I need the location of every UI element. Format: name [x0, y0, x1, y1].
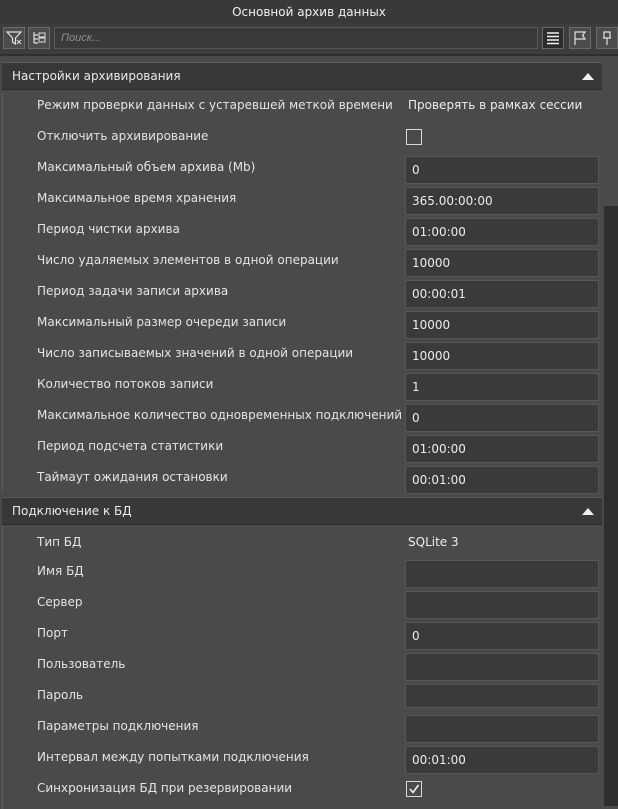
server-field[interactable]	[405, 591, 599, 619]
password-field[interactable]	[405, 684, 599, 708]
property-label: Режим проверки данных с устаревшей метко…	[37, 98, 393, 112]
property-row: Параметры подключения	[0, 713, 604, 744]
write-batch-size-field[interactable]: 10000	[405, 342, 599, 370]
flag-icon[interactable]	[569, 27, 591, 49]
property-label: Максимальный объем архива (Mb)	[37, 160, 256, 174]
property-label: Таймаут ожидания остановки	[37, 470, 228, 484]
property-label: Число записываемых значений в одной опер…	[37, 346, 354, 360]
write-threads-field[interactable]: 1	[405, 373, 599, 401]
property-label: Максимальное время хранения	[37, 191, 237, 205]
property-label: Синхронизация БД при резервировании	[37, 781, 293, 795]
max-retention-field[interactable]: 365.00:00:00	[405, 187, 599, 215]
property-row: Период задачи записи архива 00:00:01	[0, 278, 604, 309]
property-label: Отключить архивирование	[37, 129, 209, 143]
property-row: Максимальный объем архива (Mb) 0	[0, 154, 604, 185]
property-row: Максимальное время хранения 365.00:00:00	[0, 185, 604, 216]
property-row: Таймаут ожидания остановки 00:01:00	[0, 464, 604, 495]
property-row: Период подсчета статистики 01:00:00	[0, 433, 604, 464]
section-header-db-connection[interactable]: Подключение к БД	[2, 497, 602, 525]
property-label: Максимальное количество одновременных по…	[37, 408, 403, 422]
property-label: Пользователь	[37, 657, 126, 671]
property-row: Число записываемых значений в одной опер…	[0, 340, 604, 371]
property-label: Параметры подключения	[37, 719, 199, 733]
hierarchy-icon[interactable]	[28, 27, 50, 49]
section-title: Подключение к БД	[12, 504, 132, 518]
db-type-dropdown-value[interactable]: SQLite 3	[408, 535, 459, 549]
property-label: Период подсчета статистики	[37, 439, 224, 453]
disable-archiving-checkbox[interactable]	[406, 129, 422, 145]
property-row: Сервер	[0, 589, 604, 620]
user-field[interactable]	[405, 653, 599, 681]
property-row: Количество потоков записи 1	[0, 371, 604, 402]
property-label: Период задачи записи архива	[37, 284, 229, 298]
window-title: Основной архив данных	[0, 0, 618, 24]
stop-timeout-field[interactable]: 00:01:00	[405, 466, 599, 494]
collapse-arrow-icon[interactable]	[582, 73, 594, 80]
property-row: Отключить архивирование	[0, 123, 604, 154]
property-label: Порт	[37, 626, 68, 640]
search-input[interactable]	[54, 27, 538, 49]
property-label: Период чистки архива	[37, 222, 180, 236]
max-queue-size-field[interactable]: 10000	[405, 311, 599, 339]
db-name-field[interactable]	[405, 560, 599, 588]
property-label: Интервал между попытками подключения	[37, 750, 309, 764]
scrollbar-thumb[interactable]	[604, 206, 618, 806]
property-row: Пароль	[0, 682, 604, 713]
property-row: Порт 0	[0, 620, 604, 651]
property-row: Максимальный размер очереди записи 10000	[0, 309, 604, 340]
collapse-arrow-icon[interactable]	[582, 508, 594, 515]
property-label: Количество потоков записи	[37, 377, 214, 391]
write-task-period-field[interactable]: 00:00:01	[405, 280, 599, 308]
list-view-icon[interactable]	[542, 27, 564, 49]
property-row: Максимальное количество одновременных по…	[0, 402, 604, 433]
checkmark-icon	[409, 784, 420, 794]
port-field[interactable]: 0	[405, 622, 599, 650]
stats-period-field[interactable]: 01:00:00	[405, 435, 599, 463]
property-label: Тип БД	[37, 535, 82, 549]
sync-db-checkbox[interactable]	[406, 781, 422, 797]
property-row: Интервал между попытками подключения 00:…	[0, 744, 604, 775]
retry-interval-field[interactable]: 00:01:00	[405, 746, 599, 774]
property-label: Сервер	[37, 595, 83, 609]
max-connections-field[interactable]: 0	[405, 404, 599, 432]
filter-icon[interactable]	[3, 27, 25, 49]
section-header-archiving[interactable]: Настройки архивирования	[2, 62, 602, 90]
property-dropdown-value[interactable]: Проверять в рамках сессии	[408, 98, 582, 112]
property-label: Число удаляемых элементов в одной операц…	[37, 253, 339, 267]
property-row: Число удаляемых элементов в одной операц…	[0, 247, 604, 278]
delete-batch-size-field[interactable]: 10000	[405, 249, 599, 277]
pin-icon[interactable]	[596, 27, 618, 49]
property-row: Пользователь	[0, 651, 604, 682]
section-title: Настройки архивирования	[12, 69, 181, 83]
property-row: Тип БД SQLite 3	[0, 529, 604, 560]
toolbar	[0, 24, 618, 56]
property-label: Имя БД	[37, 564, 84, 578]
scrollbar[interactable]	[604, 56, 618, 809]
property-label: Пароль	[37, 688, 84, 702]
max-archive-size-field[interactable]: 0	[405, 156, 599, 184]
property-row: Имя БД	[0, 558, 604, 589]
property-row: Период чистки архива 01:00:00	[0, 216, 604, 247]
connection-params-field[interactable]	[405, 715, 599, 743]
cleanup-period-field[interactable]: 01:00:00	[405, 218, 599, 246]
property-row: Режим проверки данных с устаревшей метко…	[0, 92, 604, 123]
property-row: Синхронизация БД при резервировании	[0, 775, 604, 806]
property-label: Максимальный размер очереди записи	[37, 315, 287, 329]
